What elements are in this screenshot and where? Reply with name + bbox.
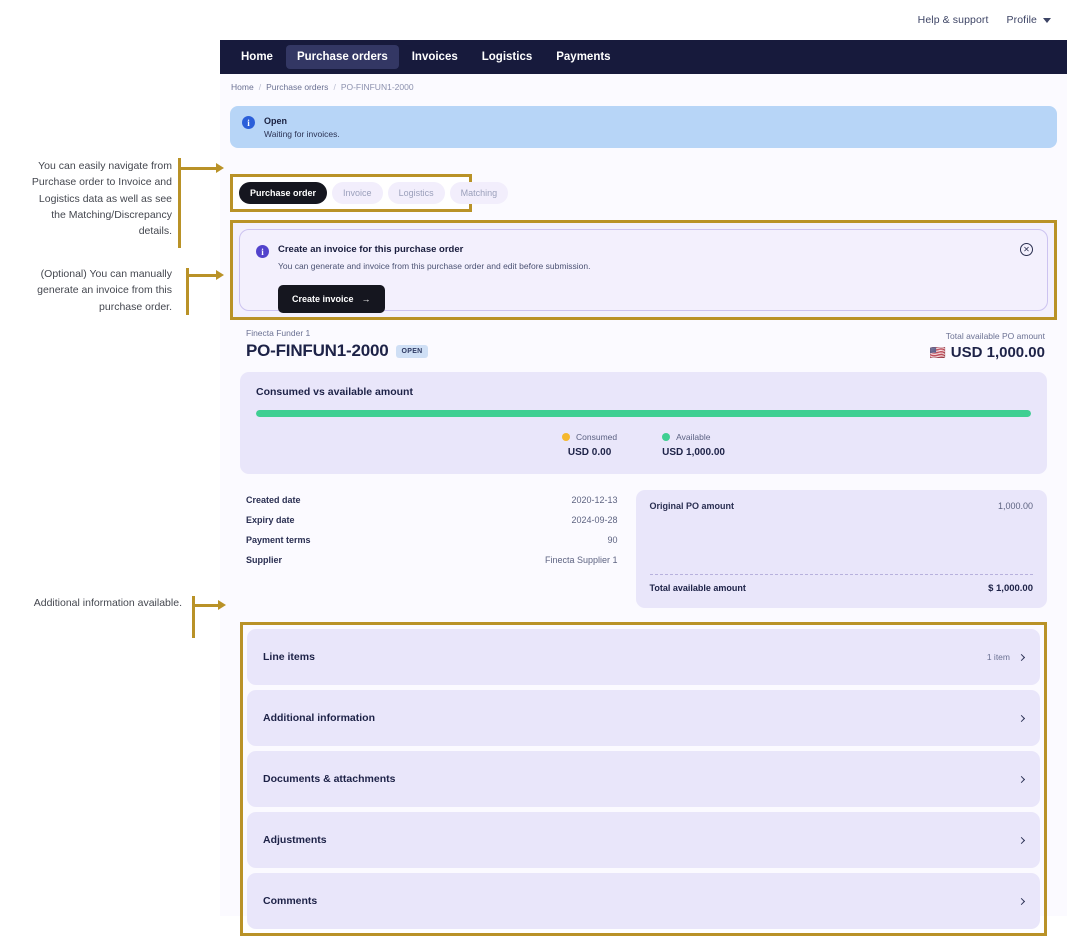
accordion-title: Additional information	[263, 712, 375, 724]
status-banner-title: Open	[264, 116, 288, 126]
funder-name: Finecta Funder 1	[246, 328, 311, 338]
detail-row-payment-terms: Payment terms 90	[240, 530, 624, 550]
total-available-amount-value: $ 1,000.00	[988, 583, 1033, 594]
breadcrumb-item-current: PO-FINFUN1-2000	[340, 82, 414, 92]
accordion-annotation-box: Line items 1 item Additional information…	[240, 622, 1047, 936]
total-available-po-amount-label: Total available PO amount	[945, 331, 1045, 341]
page-content: i Open Waiting for invoices. Purchase or…	[220, 100, 1067, 936]
nav-item-payments[interactable]: Payments	[545, 45, 621, 69]
create-invoice-button[interactable]: Create invoice →	[278, 284, 385, 313]
detail-row-original-po-amount: Original PO amount 1,000.00	[650, 501, 1034, 515]
profile-menu[interactable]: Profile	[1007, 14, 1051, 26]
chevron-right-icon	[1017, 897, 1026, 905]
close-circle-icon[interactable]: ✕	[1020, 243, 1033, 256]
arrow-right-icon: →	[361, 293, 371, 304]
detail-label: Original PO amount	[649, 501, 735, 511]
consumed-progress-bar	[256, 410, 1031, 417]
breadcrumb-separator: /	[333, 82, 336, 92]
details-section: Created date 2020-12-13 Expiry date 2024…	[240, 490, 1047, 608]
chevron-right-icon	[1017, 836, 1026, 844]
panel-divider	[649, 574, 1033, 575]
accordion-additional-information[interactable]: Additional information	[247, 690, 1040, 746]
tab-matching[interactable]: Matching	[449, 182, 509, 204]
chevron-right-icon	[1017, 775, 1026, 783]
accordion-title: Documents & attachments	[263, 773, 396, 785]
detail-row-supplier: Supplier Finecta Supplier 1	[240, 550, 624, 570]
detail-value: Finecta Supplier 1	[544, 555, 618, 565]
accordion-title: Adjustments	[263, 834, 327, 846]
nav-item-logistics[interactable]: Logistics	[471, 45, 543, 69]
detail-row-expiry-date: Expiry date 2024-09-28	[240, 510, 624, 530]
annotation-additional-information: Additional information available.	[33, 597, 182, 609]
info-circle-icon: i	[242, 116, 255, 129]
legend-value-available: USD 1,000.00	[662, 447, 725, 458]
accordion-title: Comments	[263, 895, 318, 907]
nav-item-purchase-orders[interactable]: Purchase orders	[285, 45, 399, 69]
create-invoice-title: Create an invoice for this purchase orde…	[278, 244, 464, 255]
chevron-right-icon	[1017, 714, 1026, 722]
detail-label: Supplier	[246, 555, 283, 565]
section-tabs: Purchase order Invoice Logistics Matchin…	[230, 174, 509, 212]
legend-label-consumed: Consumed	[576, 432, 618, 442]
us-flag-icon: 🇺🇸	[929, 345, 946, 360]
consumed-vs-available-card: Consumed vs available amount Consumed US…	[240, 372, 1047, 474]
info-circle-icon: i	[256, 245, 269, 258]
breadcrumb-item-purchase-orders[interactable]: Purchase orders	[266, 82, 328, 92]
tab-logistics[interactable]: Logistics	[387, 182, 445, 204]
accordion-adjustments[interactable]: Adjustments	[247, 812, 1040, 868]
progress-bar-available-fill	[256, 410, 1031, 417]
accordion-line-items[interactable]: Line items 1 item	[247, 629, 1040, 685]
total-available-po-amount-value: USD 1,000.00	[950, 344, 1045, 361]
chevron-right-icon	[1017, 653, 1026, 661]
page-title: PO-FINFUN1-2000	[246, 341, 389, 360]
legend-item-consumed: Consumed USD 0.00	[562, 432, 617, 458]
breadcrumb: Home / Purchase orders / PO-FINFUN1-2000	[220, 74, 1067, 100]
legend-label-available: Available	[676, 432, 711, 442]
detail-value: 1,000.00	[997, 501, 1033, 511]
create-invoice-button-label: Create invoice	[292, 293, 354, 304]
detail-label: Payment terms	[246, 535, 311, 545]
total-available-amount-label: Total available amount	[649, 583, 746, 593]
detail-label: Expiry date	[246, 515, 295, 525]
profile-label: Profile	[1006, 14, 1037, 26]
details-left-column: Created date 2020-12-13 Expiry date 2024…	[240, 490, 624, 608]
detail-row-created-date: Created date 2020-12-13	[240, 490, 624, 510]
consumed-color-dot	[562, 433, 571, 441]
accordion-comments[interactable]: Comments	[247, 873, 1040, 929]
legend-item-available: Available USD 1,000.00	[662, 432, 725, 458]
create-invoice-card: ✕ i Create an invoice for this purchase …	[239, 229, 1048, 313]
accordion-count: 1 item	[986, 652, 1010, 662]
create-invoice-subtitle: You can generate and invoice from this p…	[278, 261, 591, 271]
status-banner-subtitle: Waiting for invoices.	[264, 128, 340, 139]
breadcrumb-item-home[interactable]: Home	[231, 82, 254, 92]
consumed-vs-available-title: Consumed vs available amount	[256, 386, 413, 398]
tab-invoice[interactable]: Invoice	[332, 182, 383, 204]
app-window: Help & support Profile Home Purchase ord…	[220, 0, 1067, 936]
top-utility-bar: Help & support Profile	[220, 0, 1067, 40]
available-color-dot	[662, 433, 671, 441]
nav-item-invoices[interactable]: Invoices	[401, 45, 469, 69]
tab-purchase-order[interactable]: Purchase order	[239, 182, 328, 204]
legend-value-consumed: USD 0.00	[567, 447, 612, 458]
detail-value: 90	[607, 535, 618, 545]
status-badge: OPEN	[396, 344, 428, 358]
main-navigation: Home Purchase orders Invoices Logistics …	[220, 40, 1067, 74]
consumed-legend: Consumed USD 0.00 Available USD 1,000.00	[256, 432, 1031, 458]
detail-value: 2020-12-13	[571, 495, 618, 505]
detail-label: Created date	[246, 495, 301, 505]
purchase-order-header: Finecta Funder 1 PO-FINFUN1-2000 OPEN To…	[230, 320, 1057, 361]
nav-item-home[interactable]: Home	[230, 45, 284, 69]
detail-row-total-available-amount: Total available amount $ 1,000.00	[650, 583, 1034, 598]
help-and-support-link[interactable]: Help & support	[918, 14, 989, 26]
create-invoice-annotation-box: ✕ i Create an invoice for this purchase …	[230, 220, 1057, 320]
detail-value: 2024-09-28	[571, 515, 618, 525]
accordion-documents-and-attachments[interactable]: Documents & attachments	[247, 751, 1040, 807]
status-banner: i Open Waiting for invoices.	[230, 106, 1057, 148]
breadcrumb-separator: /	[258, 82, 262, 92]
annotation-navigate-tabs: You can easily navigate from Purchase or…	[31, 160, 172, 238]
amount-summary-panel: Original PO amount 1,000.00 Total availa…	[635, 490, 1047, 608]
chevron-down-icon	[1043, 17, 1051, 23]
accordion-title: Line items	[263, 651, 315, 663]
annotation-generate-invoice: (Optional) You can manually generate an …	[37, 268, 172, 313]
